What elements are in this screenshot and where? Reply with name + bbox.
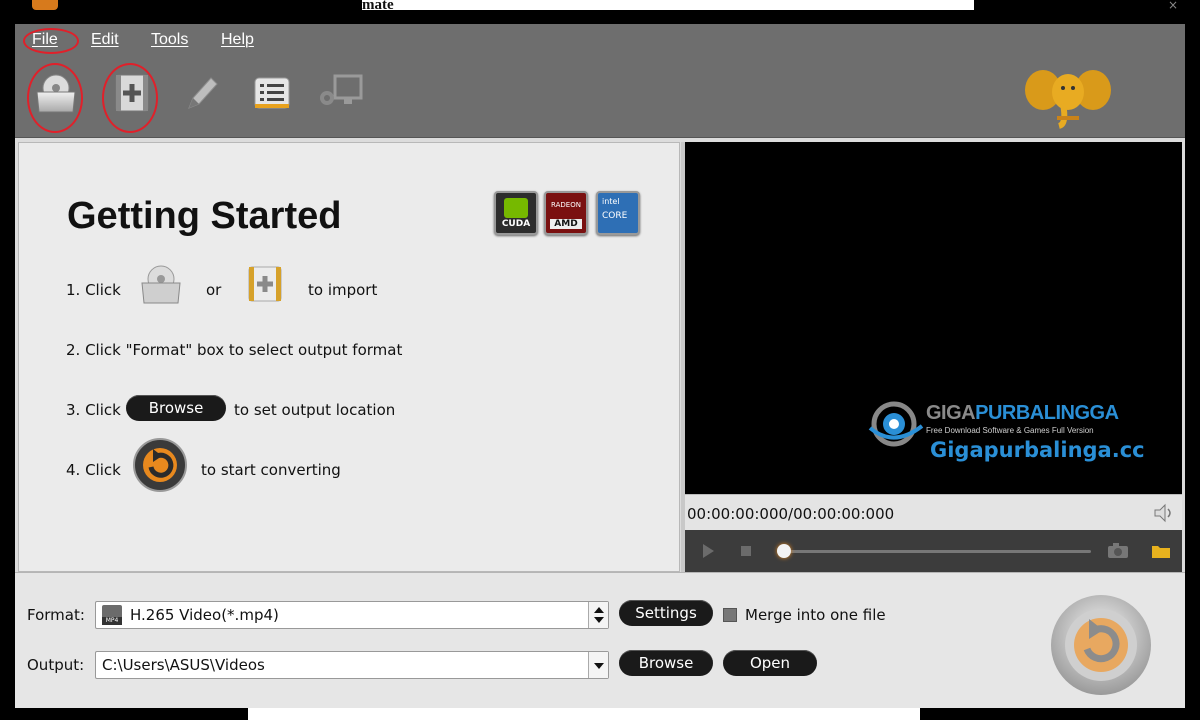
crop-mask-right <box>920 708 1200 720</box>
title-bar: mate × <box>0 0 1200 24</box>
step3-prefix: 3. Click <box>66 401 121 419</box>
file-menu-highlight <box>23 28 79 54</box>
screenshot-stage: mate × File Edit Tools Help Getting Star… <box>0 0 1200 720</box>
amd-label: AMD <box>550 219 582 229</box>
convert-button[interactable] <box>1049 593 1153 697</box>
volume-icon[interactable] <box>1152 503 1176 523</box>
nvidia-cuda-badge: CUDA <box>494 191 538 235</box>
device-icon[interactable] <box>315 68 365 118</box>
menu-bar: File Edit Tools Help <box>15 24 1185 54</box>
timecode: 00:00:00:000/00:00:00:000 <box>687 505 895 523</box>
step3-suffix: to set output location <box>234 401 396 419</box>
add-dvd-highlight <box>27 63 83 133</box>
format-stepper[interactable] <box>588 602 608 628</box>
output-settings: Format: H.265 Video(*.mp4) MP4 Settings … <box>15 572 1185 708</box>
output-path-field[interactable]: C:\Users\ASUS\Videos <box>95 651 609 679</box>
video-preview: GIGAPURBALINGGA Free Download Software &… <box>685 142 1182 494</box>
add-video-icon[interactable] <box>243 259 289 309</box>
format-select[interactable]: H.265 Video(*.mp4) MP4 <box>95 601 609 629</box>
playback-bar <box>685 530 1182 572</box>
bottom-white-strip <box>248 708 920 720</box>
merge-checkbox[interactable] <box>723 608 737 622</box>
watermark-url: Gigapurbalinga.cc <box>930 438 1145 462</box>
output-dropdown[interactable] <box>588 652 608 678</box>
add-video-highlight <box>102 63 158 133</box>
add-dvd-icon[interactable] <box>136 259 186 309</box>
step-2: 2. Click "Format" box to select output f… <box>66 341 403 359</box>
toolbar <box>15 54 1185 138</box>
watermark-eye-icon <box>868 401 924 447</box>
page-title: Getting Started <box>67 195 342 237</box>
step1-suffix: to import <box>308 281 378 299</box>
output-path-value: C:\Users\ASUS\Videos <box>102 656 265 674</box>
watermark: GIGAPURBALINGGA Free Download Software &… <box>868 394 1168 474</box>
step4-prefix: 4. Click <box>66 461 121 479</box>
app-window: File Edit Tools Help Getting Started CUD… <box>15 24 1185 708</box>
browse-output-button[interactable]: Browse <box>619 650 713 676</box>
app-icon <box>32 0 58 10</box>
window-title: mate <box>362 0 974 10</box>
browse-button[interactable]: Browse <box>126 395 226 421</box>
menu-edit[interactable]: Edit <box>91 31 119 49</box>
amd-radeon-badge: RADEON AMD <box>544 191 588 235</box>
step4-suffix: to start converting <box>201 461 341 479</box>
convert-icon[interactable] <box>132 437 188 493</box>
chevron-down-icon <box>594 663 604 669</box>
dumbo-elephant-logo <box>1023 62 1113 132</box>
radeon-label: RADEON <box>551 201 581 209</box>
intel-core-badge: intel CORE <box>596 191 640 235</box>
time-bar: 00:00:00:000/00:00:00:000 <box>685 494 1182 530</box>
format-label: Format: <box>27 606 85 624</box>
mp4-format-icon: MP4 <box>102 605 122 625</box>
settings-button[interactable]: Settings <box>619 600 713 626</box>
format-value: H.265 Video(*.mp4) <box>130 606 279 624</box>
crop-mask-left <box>0 708 248 720</box>
stop-icon[interactable] <box>741 546 751 556</box>
intel-label: intel <box>602 197 620 206</box>
snapshot-camera-icon[interactable] <box>1107 543 1129 559</box>
play-icon[interactable] <box>701 543 715 559</box>
task-list-icon[interactable] <box>247 68 297 118</box>
menu-help[interactable]: Help <box>221 31 254 49</box>
merge-label: Merge into one file <box>745 606 886 624</box>
watermark-purbalingga: PURBALINGGA <box>975 402 1119 424</box>
step1-or: or <box>206 281 222 299</box>
getting-started-panel: Getting Started CUDA RADEON AMD intel CO… <box>18 142 680 572</box>
core-label: CORE <box>602 211 628 221</box>
convert-icon <box>1051 595 1151 695</box>
step-1: 1. Click <box>66 281 121 299</box>
open-folder-icon[interactable] <box>1151 543 1171 559</box>
watermark-subtitle: Free Download Software & Games Full Vers… <box>926 426 1094 435</box>
output-label: Output: <box>27 656 85 674</box>
mp4-label: MP4 <box>102 617 122 625</box>
open-output-button[interactable]: Open <box>723 650 817 676</box>
menu-tools[interactable]: Tools <box>151 31 188 49</box>
edit-icon[interactable] <box>175 68 225 118</box>
seek-slider[interactable] <box>785 550 1091 553</box>
seek-handle[interactable] <box>777 544 791 558</box>
watermark-giga: GIGA <box>926 402 976 424</box>
cuda-label: CUDA <box>501 219 531 229</box>
close-icon[interactable]: × <box>1168 0 1178 11</box>
step1-prefix: 1. Click <box>66 281 121 299</box>
